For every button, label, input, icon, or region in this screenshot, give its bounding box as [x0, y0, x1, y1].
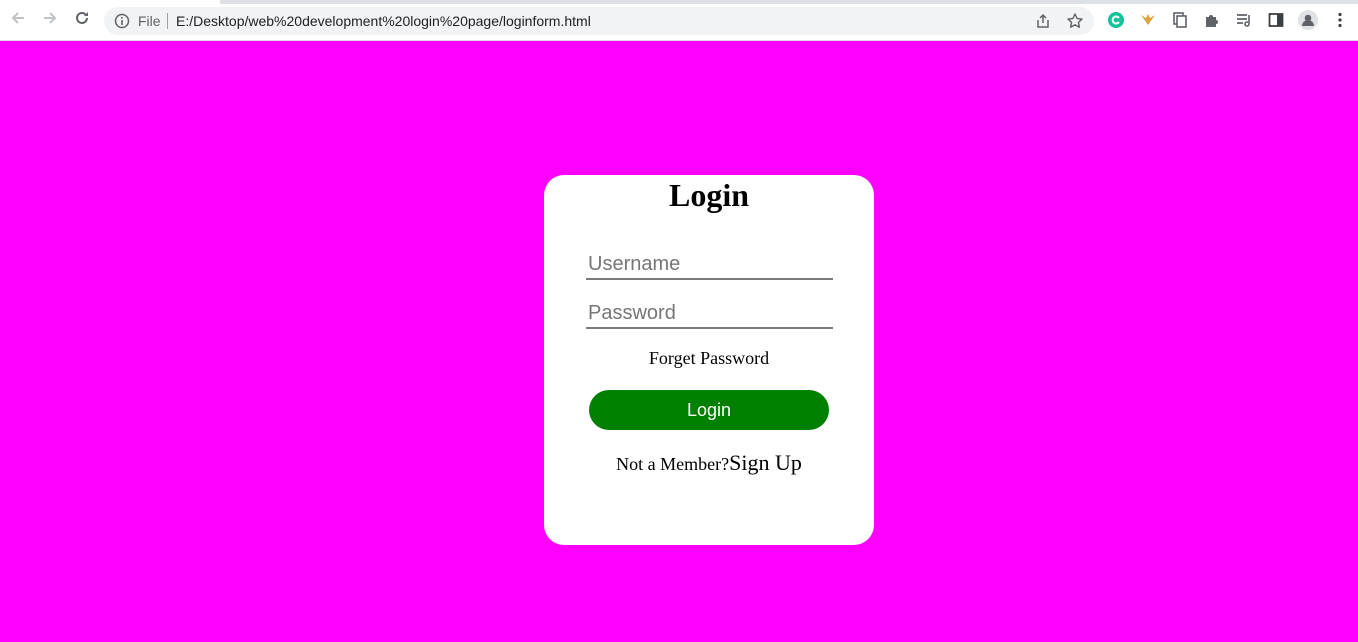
browser-toolbar: File E:/Desktop/web%20development%20logi…: [0, 0, 1358, 41]
back-button[interactable]: [7, 9, 29, 31]
info-icon[interactable]: [114, 13, 130, 29]
signup-link[interactable]: Sign Up: [729, 450, 802, 475]
address-bar[interactable]: File E:/Desktop/web%20development%20logi…: [104, 7, 1094, 35]
tab-strip: [0, 0, 1358, 4]
arrow-left-icon: [9, 9, 27, 32]
arrow-right-icon: [41, 9, 59, 32]
star-icon[interactable]: [1066, 12, 1084, 30]
scheme-label: File: [138, 13, 161, 29]
puzzle-icon[interactable]: [1202, 10, 1222, 30]
reload-button[interactable]: [71, 9, 93, 31]
forget-password-link[interactable]: Forget Password: [544, 348, 874, 369]
side-panel-icon[interactable]: [1266, 10, 1286, 30]
wings-extension-icon[interactable]: [1138, 10, 1158, 30]
signup-row: Not a Member?Sign Up: [544, 450, 874, 476]
login-card: Login Forget Password Login Not a Member…: [544, 175, 874, 545]
omnibox-divider: [167, 13, 168, 29]
signup-prompt: Not a Member?: [616, 454, 730, 474]
username-input[interactable]: [586, 250, 833, 280]
url-text[interactable]: E:/Desktop/web%20development%20login%20p…: [176, 13, 591, 29]
kebab-menu-icon[interactable]: [1330, 10, 1350, 30]
login-button[interactable]: Login: [589, 390, 829, 430]
reading-list-icon[interactable]: [1234, 10, 1254, 30]
active-tab[interactable]: [0, 0, 220, 4]
profile-avatar-icon[interactable]: [1298, 10, 1318, 30]
login-title: Login: [668, 177, 750, 213]
password-input[interactable]: [586, 299, 833, 329]
grammarly-icon[interactable]: [1106, 10, 1126, 30]
forward-button[interactable]: [39, 9, 61, 31]
share-icon[interactable]: [1034, 12, 1052, 30]
reload-icon: [73, 9, 91, 32]
copy-extension-icon[interactable]: [1170, 10, 1190, 30]
